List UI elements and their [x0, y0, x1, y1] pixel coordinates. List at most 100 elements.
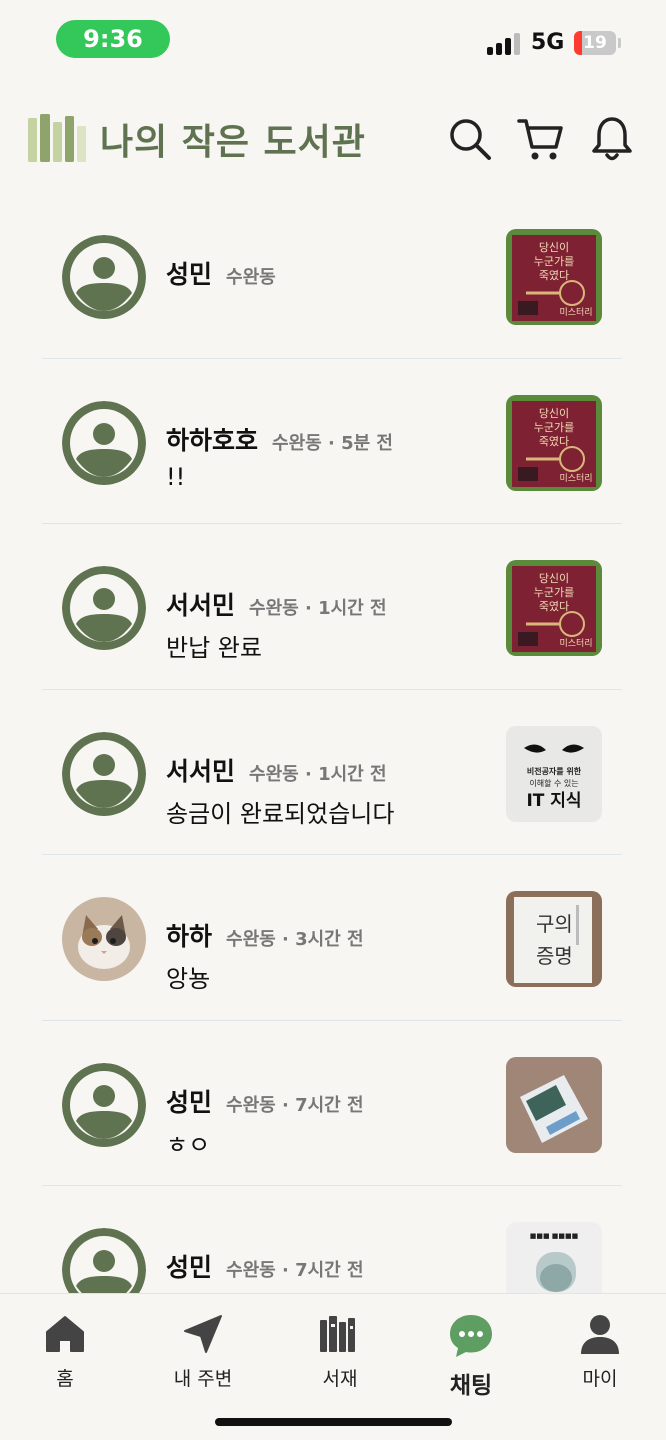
svg-text:미스터리: 미스터리 [559, 473, 592, 484]
svg-text:미스터리: 미스터리 [559, 307, 592, 318]
chat-meta: 수완동 · 7시간 전 [226, 1260, 364, 1281]
svg-text:비전공자를 위한: 비전공자를 위한 [527, 766, 582, 776]
cart-icon[interactable] [516, 115, 564, 163]
avatar [62, 400, 146, 485]
svg-text:■■■ ■■■■: ■■■ ■■■■ [530, 1232, 579, 1240]
bookshelf-icon [320, 1316, 355, 1352]
nav-chat[interactable]: 채팅 [416, 1312, 526, 1402]
chat-row[interactable]: 성민 수완동 당신이 누군가를 죽였다미스터리 [42, 193, 622, 359]
svg-text:죽였다: 죽였다 [539, 269, 569, 282]
book-cover-image: ■■■ ■■■■ [506, 1222, 602, 1293]
search-icon[interactable] [446, 115, 494, 163]
chat-name: 서서민 [166, 756, 236, 786]
avatar [62, 235, 146, 319]
default-avatar-icon [62, 731, 146, 816]
svg-text:당신이: 당신이 [539, 407, 569, 420]
book-thumbnail: 당신이 누군가를 죽였다 미스터리 [506, 394, 602, 491]
nav-my[interactable]: 마이 [545, 1312, 655, 1402]
nav-label: 마이 [582, 1368, 618, 1390]
home-icon [46, 1316, 84, 1352]
avatar [62, 566, 146, 650]
svg-text:누군가를: 누군가를 [534, 421, 574, 434]
avatar [62, 1228, 146, 1293]
chat-meta: 수완동 · 1시간 전 [249, 598, 387, 619]
book-cover-image: 당신이누군가를죽였다미스터리 [506, 229, 602, 325]
nav-nearby[interactable]: 내 주변 [148, 1312, 258, 1402]
chat-name: 성민 [166, 1087, 213, 1117]
chat-message: 앙뇽 [166, 965, 211, 993]
nav-label: 채팅 [449, 1373, 493, 1399]
location-arrow-icon [184, 1315, 222, 1353]
chat-name: 성민 [166, 260, 213, 289]
chat-meta: 수완동 · 7시간 전 [226, 1094, 364, 1116]
chat-bubble-icon [450, 1315, 492, 1357]
chat-list: 성민 수완동 당신이 누군가를 죽였다 미스터리 하하호호 수완동 · 5분 전 !!… [42, 193, 622, 1293]
nav-label: 홈 [56, 1368, 74, 1390]
svg-text:당신이: 당신이 [539, 572, 569, 585]
default-avatar-icon [62, 1228, 146, 1293]
svg-text:IT 지식: IT 지식 [526, 791, 581, 811]
svg-text:누군가를: 누군가를 [534, 255, 574, 268]
network-label: 5G [531, 30, 565, 55]
svg-text:미스터리: 미스터리 [559, 638, 592, 649]
app-header: 나의 작은 도서관 [0, 95, 666, 185]
book-thumbnail: 당신이 누군가를 죽였다미스터리 [506, 560, 602, 656]
chat-row[interactable]: 하하 수완동 · 3시간 전 앙뇽 구의 증명 [42, 855, 622, 1021]
status-bar: 9:36 5G 19 [0, 0, 666, 80]
chat-row[interactable]: 성민 수완동 · 7시간 전 ■■■ ■■■■ [42, 1186, 622, 1293]
status-time: 9:36 [56, 20, 170, 58]
chat-meta: 수완동 · 3시간 전 [226, 929, 364, 950]
svg-text:당신이: 당신이 [539, 241, 569, 254]
chat-row[interactable]: 하하호호 수완동 · 5분 전 !! 당신이 누군가를 죽였다 미스터리 [42, 359, 622, 524]
chat-name: 서서민 [166, 591, 236, 620]
book-cover-image: 당신이누군가를죽였다미스터리 [506, 394, 602, 491]
chat-name: 성민 [166, 1253, 213, 1282]
book-cover-image: 당신이누군가를죽였다미스터리 [506, 560, 602, 656]
avatar [62, 1062, 146, 1147]
home-indicator [215, 1418, 452, 1426]
logo-books-icon [28, 114, 86, 162]
chat-message: 반납 완료 [166, 634, 262, 662]
book-cover-image [506, 1056, 602, 1153]
cat-avatar-icon [62, 897, 146, 981]
avatar [62, 731, 146, 816]
chat-meta: 수완동 · 5분 전 [272, 432, 393, 454]
chat-name: 하하 [166, 922, 213, 951]
chat-name: 하하호호 [166, 425, 259, 455]
book-thumbnail [506, 1056, 602, 1153]
book-cover-image: 구의증명 [506, 891, 602, 987]
nav-bookshelf[interactable]: 서재 [285, 1312, 395, 1402]
nav-label: 내 주변 [173, 1368, 233, 1390]
battery-icon: 19 [574, 31, 616, 55]
default-avatar-icon [62, 235, 146, 319]
book-cover-image: 비전공자를 위한이해할 수 있는 IT 지식 [506, 725, 602, 822]
nav-label: 서재 [322, 1368, 358, 1390]
chat-row[interactable]: 성민 수완동 · 7시간 전 ㅎㅇ [42, 1021, 622, 1186]
avatar [62, 897, 146, 981]
signal-icon [487, 33, 520, 55]
nav-home[interactable]: 홈 [10, 1312, 120, 1402]
chat-row[interactable]: 서서민 수완동 · 1시간 전 반납 완료 당신이 누군가를 죽였다미스터리 [42, 524, 622, 690]
battery-tip [618, 38, 621, 48]
chat-meta: 수완동 · 1시간 전 [249, 763, 387, 785]
chat-message: !! [166, 462, 186, 491]
svg-text:이해할 수 있는: 이해할 수 있는 [529, 778, 578, 788]
book-thumbnail: 구의 증명 [506, 891, 602, 987]
svg-text:증명: 증명 [536, 944, 573, 968]
chat-message: 송금이 완료되었습니다 [166, 799, 395, 828]
battery-level: 19 [583, 33, 607, 53]
default-avatar-icon [62, 400, 146, 485]
default-avatar-icon [62, 566, 146, 650]
default-avatar-icon [62, 1062, 146, 1147]
book-thumbnail: ■■■ ■■■■ [506, 1222, 602, 1293]
book-thumbnail: 비전공자를 위한이해할 수 있는 IT 지식 [506, 725, 602, 822]
svg-text:누군가를: 누군가를 [534, 586, 574, 599]
chat-row[interactable]: 서서민 수완동 · 1시간 전 송금이 완료되었습니다 비전공자를 위한이해할 … [42, 690, 622, 855]
chat-message: ㅎㅇ [166, 1130, 211, 1159]
app-title: 나의 작은 도서관 [100, 122, 366, 163]
chat-meta: 수완동 [226, 267, 276, 288]
svg-text:죽였다: 죽였다 [539, 600, 569, 613]
book-thumbnail: 당신이 누군가를 죽였다미스터리 [506, 229, 602, 325]
bell-icon[interactable] [588, 115, 636, 163]
person-icon [581, 1315, 619, 1354]
